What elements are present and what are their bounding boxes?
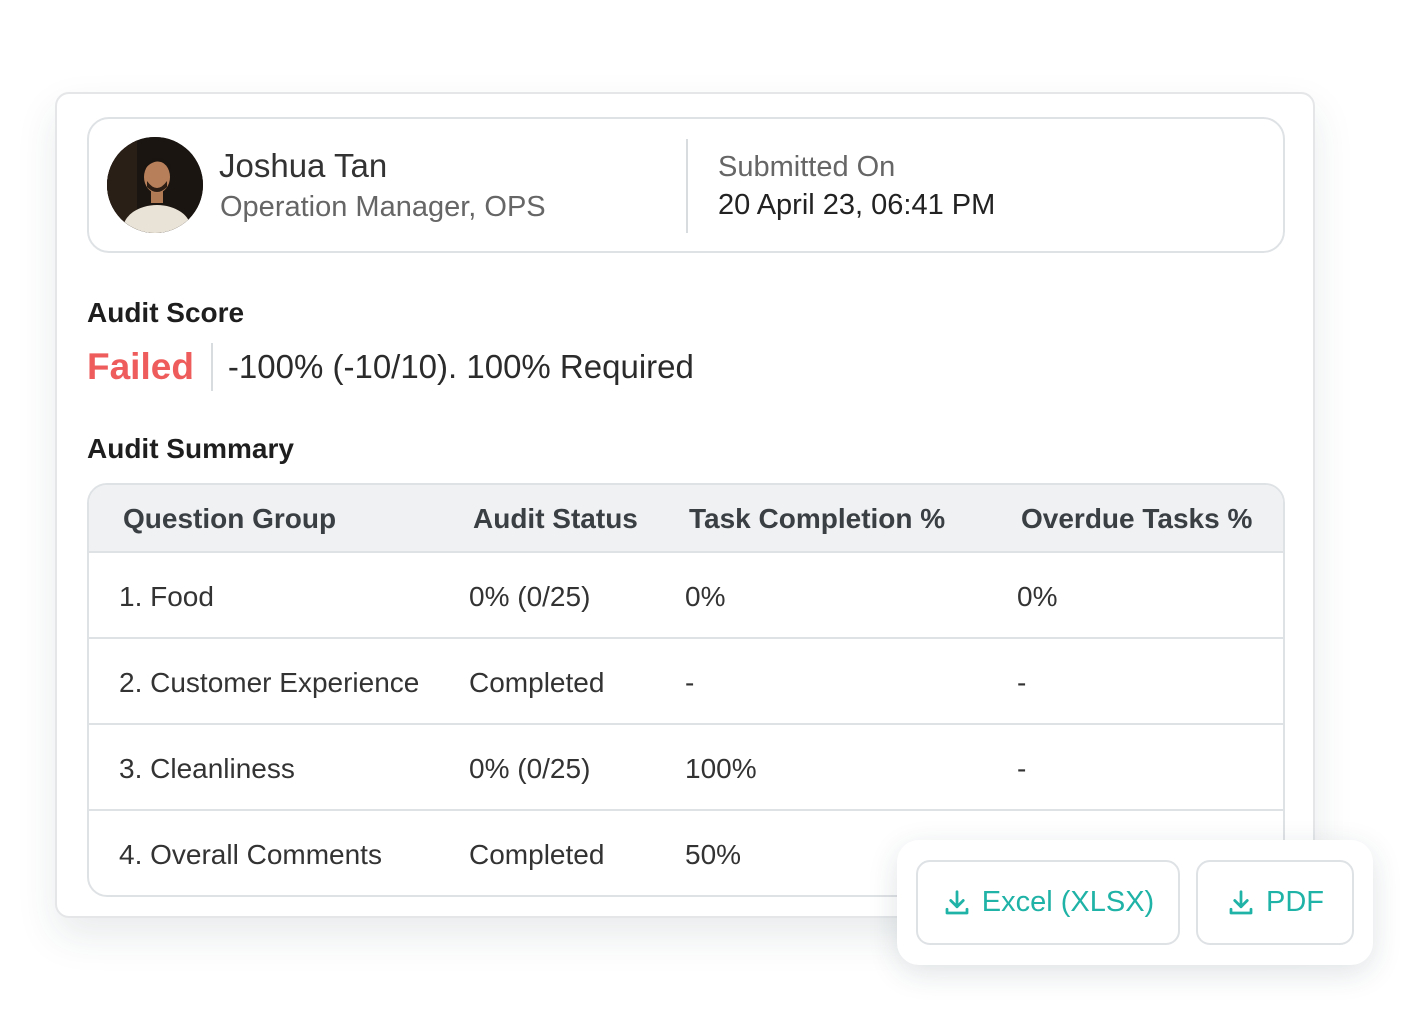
audit-report-card: Joshua Tan Operation Manager, OPS Submit…: [55, 92, 1315, 918]
submitter-role: Operation Manager, OPS: [220, 191, 546, 223]
task-completion-cell: -: [685, 667, 695, 698]
audit-summary-table: Question Group Audit Status Task Complet…: [87, 483, 1285, 897]
table-row: 3. Cleanliness 0% (0/25) 100% -: [89, 725, 1283, 811]
column-header: Question Group: [123, 503, 337, 534]
task-completion-cell: 0%: [685, 581, 726, 612]
question-group-cell: 4. Overall Comments: [119, 839, 382, 870]
overdue-tasks-cell: 0%: [1017, 581, 1058, 612]
avatar: [107, 137, 203, 233]
table-row: 1. Food 0% (0/25) 0% 0%: [89, 553, 1283, 639]
question-group-cell: 1. Food: [119, 581, 214, 612]
table-header: Question Group Audit Status Task Complet…: [89, 485, 1283, 553]
export-excel-label: Excel (XLSX): [981, 886, 1155, 918]
column-header: Audit Status: [473, 503, 638, 534]
export-pdf-button[interactable]: PDF: [1196, 860, 1354, 945]
audit-summary-title: Audit Summary: [87, 433, 294, 464]
download-icon: [945, 889, 969, 914]
task-completion-cell: 50%: [685, 839, 742, 870]
audit-score-detail: -100% (-10/10). 100% Required: [227, 348, 694, 385]
divider: [686, 139, 688, 233]
download-icon: [1229, 889, 1253, 914]
task-completion-cell: 100%: [685, 753, 757, 784]
submitted-on-value: 20 April 23, 06:41 PM: [718, 189, 996, 221]
export-excel-button[interactable]: Excel (XLSX): [916, 860, 1180, 945]
audit-score-status: Failed: [87, 346, 194, 387]
table-row: 2. Customer Experience Completed - -: [89, 639, 1283, 725]
submitter-profile: Joshua Tan Operation Manager, OPS Submit…: [87, 117, 1285, 253]
question-group-cell: 3. Cleanliness: [119, 753, 295, 784]
audit-status-cell: Completed: [469, 839, 605, 870]
audit-score-title: Audit Score: [87, 297, 245, 328]
submitted-on-label: Submitted On: [718, 151, 896, 183]
overdue-tasks-cell: -: [1017, 753, 1027, 784]
export-panel: Excel (XLSX) PDF: [897, 840, 1373, 965]
column-header: Task Completion %: [689, 503, 946, 534]
audit-status-cell: Completed: [469, 667, 605, 698]
overdue-tasks-cell: -: [1017, 667, 1027, 698]
audit-status-cell: 0% (0/25): [469, 753, 591, 784]
question-group-cell: 2. Customer Experience: [119, 667, 420, 698]
column-header: Overdue Tasks %: [1021, 503, 1253, 534]
audit-status-cell: 0% (0/25): [469, 581, 591, 612]
audit-score-row: Failed -100% (-10/10). 100% Required: [87, 340, 694, 394]
submitter-name: Joshua Tan: [219, 147, 388, 184]
divider: [210, 343, 213, 391]
export-pdf-label: PDF: [1266, 886, 1324, 918]
